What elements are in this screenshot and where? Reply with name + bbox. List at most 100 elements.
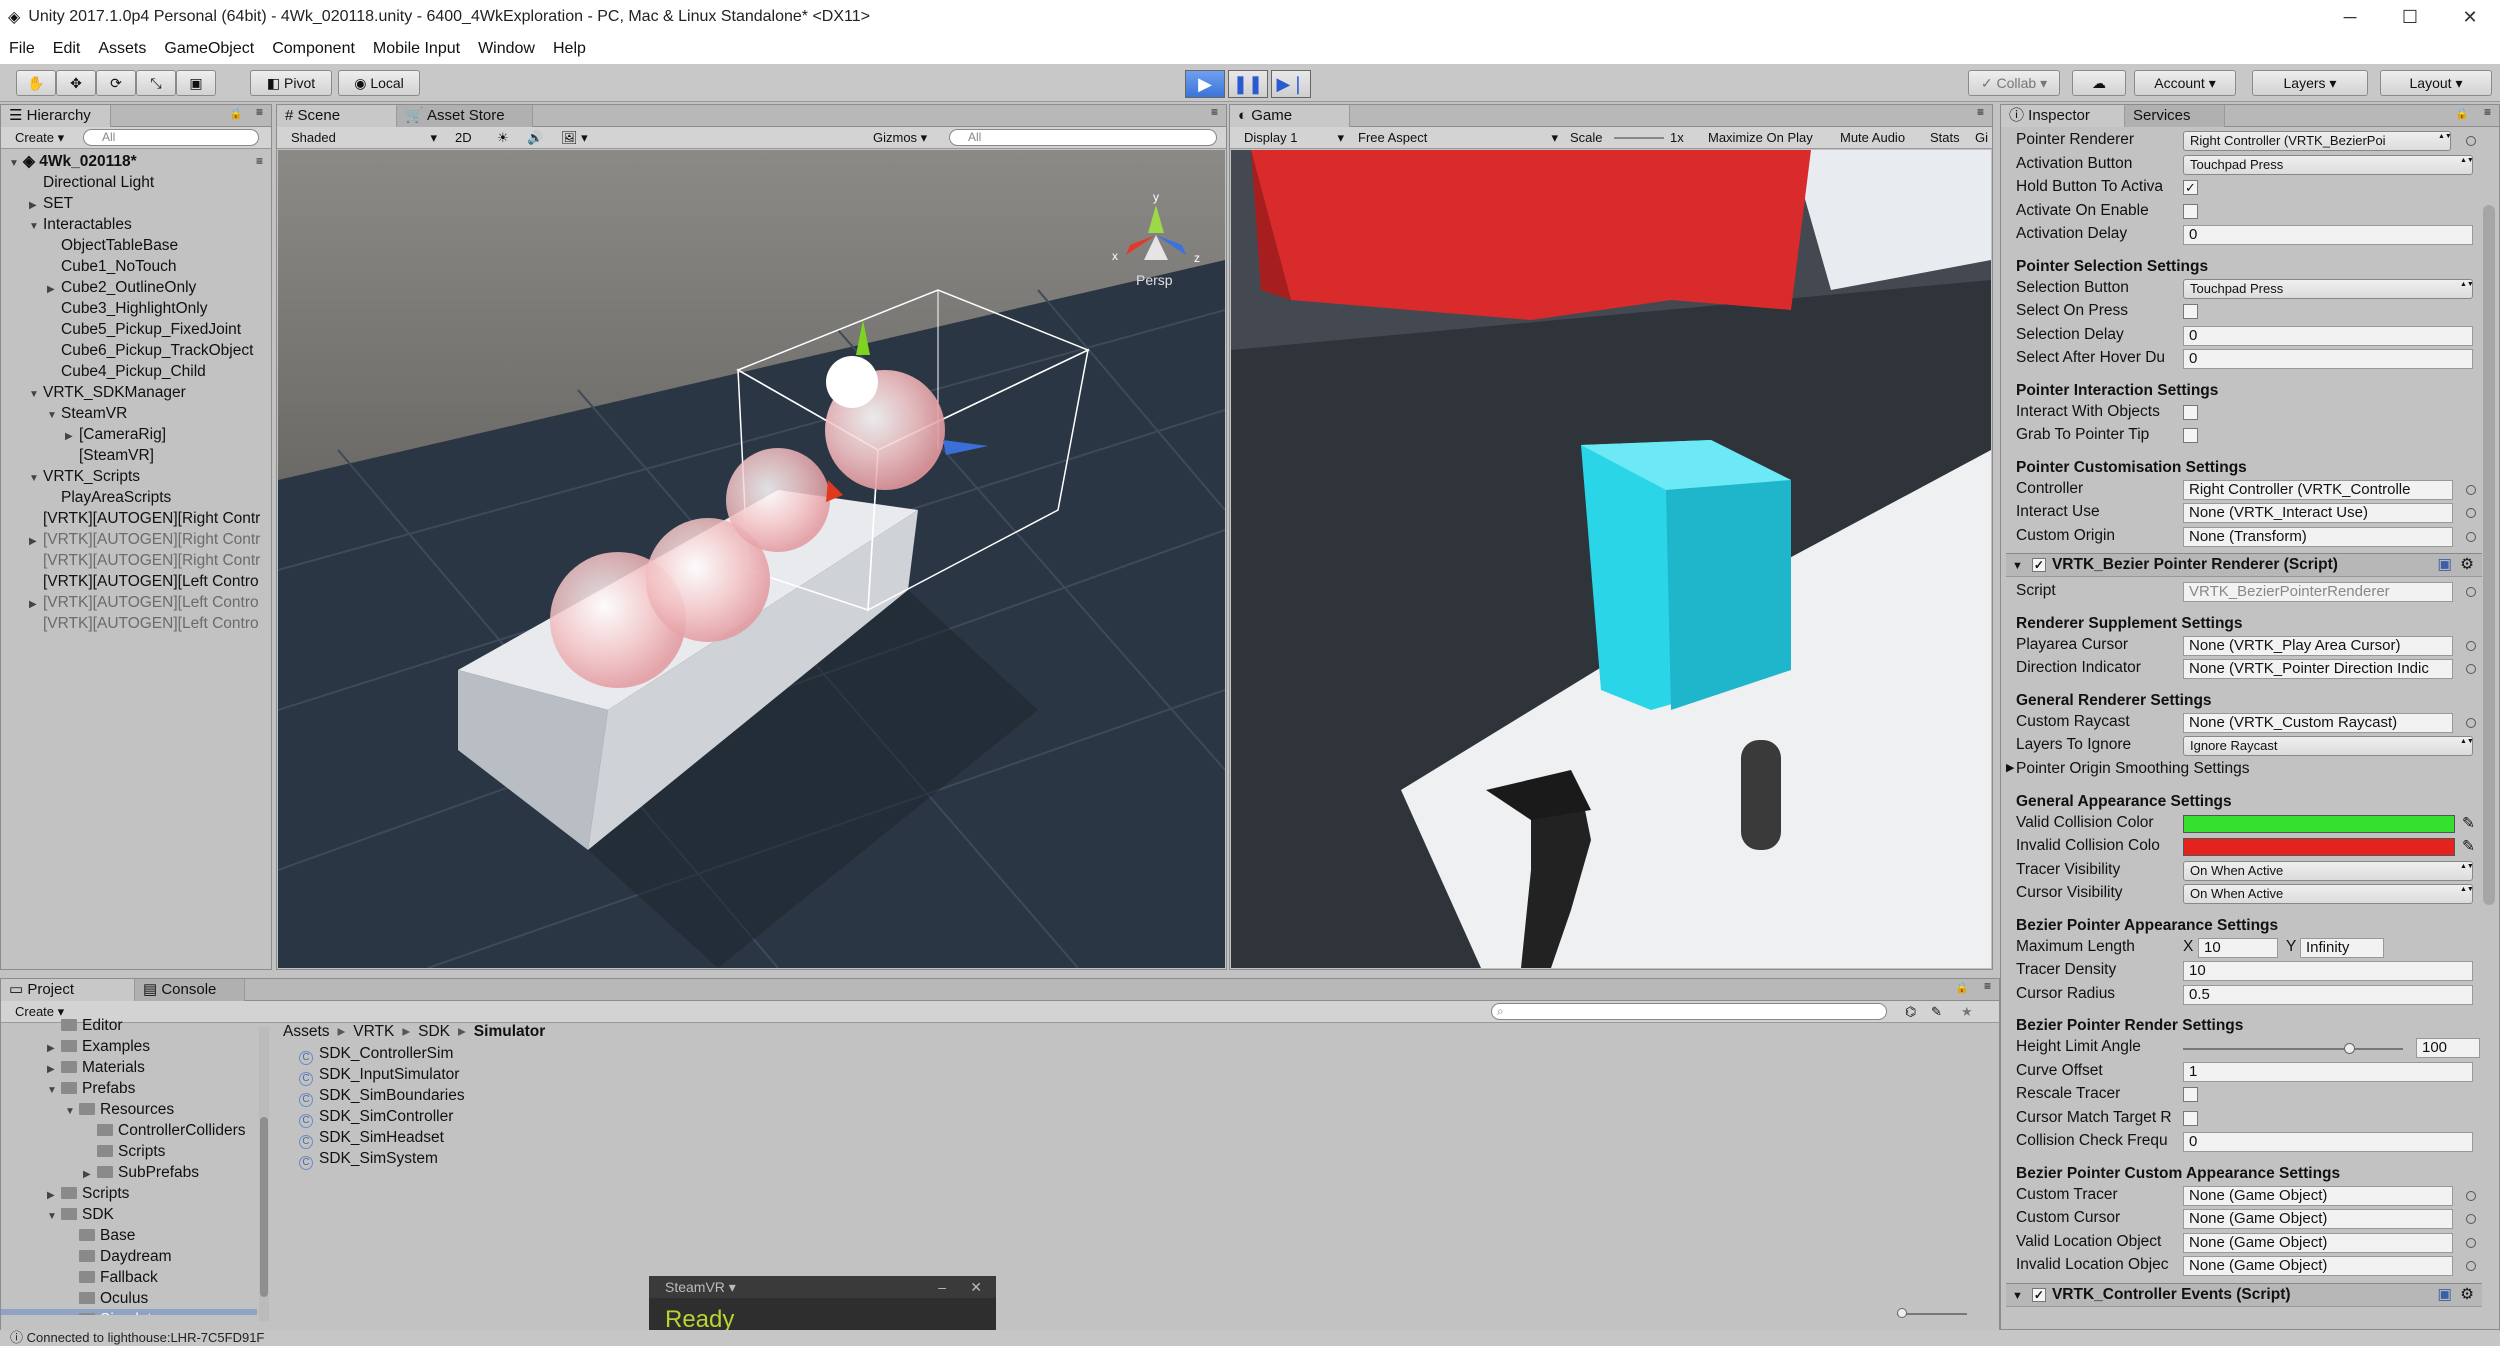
lock-icon[interactable]: 🔒 [229,107,243,120]
checkbox[interactable] [2183,304,2198,319]
effects-dropdown-icon[interactable]: 🖼 ▾ [561,129,588,147]
menu-gameobject[interactable]: GameObject [155,40,263,58]
close-button[interactable]: ✕ [2440,0,2500,34]
project-folder[interactable]: Fallback [1,1267,257,1288]
project-folder[interactable]: ▼ Prefabs [1,1078,257,1099]
expand-icon[interactable]: ▼ [47,1080,61,1101]
minimize-button[interactable]: ─ [2320,0,2380,34]
panel-menu-icon[interactable]: ≡ [1977,105,1984,119]
hierarchy-item[interactable]: Directional Light [1,172,271,193]
expand-icon[interactable]: ▶ [65,426,79,447]
menu-help[interactable]: Help [544,40,595,58]
dropdown-field[interactable]: Right Controller (VRTK_BezierPoi [2183,131,2451,151]
project-folder[interactable]: Daydream [1,1246,257,1267]
zoom-slider[interactable] [1897,1308,1967,1318]
tab-hierarchy[interactable]: ☰ Hierarchy [1,105,111,127]
expand-icon[interactable]: ▼ [47,1206,61,1227]
breadcrumb-item[interactable]: SDK [418,1023,450,1040]
object-picker-icon[interactable] [2466,1214,2476,1224]
hierarchy-item[interactable]: Cube4_Pickup_Child [1,361,271,382]
color-swatch[interactable] [2183,838,2455,856]
dropdown-field[interactable]: On When Active [2183,860,2473,881]
project-folder[interactable]: ▶ Examples [1,1036,257,1057]
lock-icon[interactable]: 🔒 [2455,107,2469,120]
scene-menu-icon[interactable]: ≡ [256,151,263,172]
object-picker-icon[interactable] [2466,587,2476,597]
menu-file[interactable]: File [0,40,44,58]
menu-component[interactable]: Component [263,40,364,58]
file-item[interactable]: C SDK_SimBoundaries [299,1085,465,1107]
slider-track[interactable] [2183,1043,2403,1054]
hierarchy-item[interactable]: PlayAreaScripts [1,487,271,508]
hierarchy-item[interactable]: [SteamVR] [1,445,271,466]
gear-icon[interactable]: ⚙ [2460,554,2474,576]
scene-root[interactable]: ▼ ◈ 4Wk_020118* ≡ [1,151,271,174]
project-folder[interactable]: Scripts [1,1141,257,1162]
object-picker-icon[interactable] [2466,484,2476,495]
hierarchy-item[interactable]: ▼ SteamVR [1,403,271,424]
expand-icon[interactable]: ▼ [29,468,43,489]
dropdown-field[interactable]: Touchpad Press [2183,278,2473,299]
project-folder[interactable]: Base [1,1225,257,1246]
step-button[interactable]: ▶❘ [1271,70,1311,98]
hierarchy-item[interactable]: [VRTK][AUTOGEN][Right Contr [1,508,271,529]
object-picker-icon[interactable] [2466,1261,2476,1271]
object-field[interactable]: None (VRTK_Pointer Direction Indic [2183,659,2453,679]
layers-dropdown[interactable]: Layers ▾ [2252,70,2368,96]
inspector-scrollbar[interactable] [2483,205,2495,905]
dropdown-field[interactable]: Ignore Raycast [2183,736,2473,756]
foldout-icon[interactable]: ▶ [2006,761,2014,774]
folder-tree-scrollbar[interactable] [259,1027,269,1321]
play-button[interactable]: ▶ [1185,70,1225,98]
x-field[interactable]: 10 [2198,937,2278,958]
object-picker-icon[interactable] [2466,640,2476,651]
project-folder[interactable]: ControllerColliders [1,1120,257,1141]
display-dropdown[interactable]: Display 1 ▾ [1244,129,1344,147]
project-folder[interactable]: ▼ Resources [1,1099,257,1120]
panel-menu-icon[interactable]: ≡ [2484,105,2491,119]
tab-console[interactable]: ▤ Console [135,979,245,1001]
object-field[interactable]: Right Controller (VRTK_Controlle [2183,479,2453,500]
object-picker-icon[interactable] [2466,1190,2476,1201]
expand-icon[interactable]: ▶ [29,195,43,216]
favorite-icon[interactable]: ★ [1961,1003,1973,1021]
steamvr-minimize-button[interactable]: – [938,1276,946,1298]
expand-icon[interactable]: ▼ [65,1101,79,1122]
project-folder[interactable]: Oculus [1,1288,257,1309]
expand-icon[interactable]: ▼ [29,384,43,405]
filter-label-icon[interactable]: ✎ [1931,1003,1942,1021]
mute-audio-toggle[interactable]: Mute Audio [1840,129,1905,147]
expand-icon[interactable]: ▶ [47,1059,61,1080]
object-field[interactable]: 0 [2183,325,2473,346]
scene-search-input[interactable]: All [949,129,1217,146]
expand-icon[interactable]: ▼ [29,216,43,237]
hierarchy-item[interactable]: [VRTK][AUTOGEN][Right Contr [1,550,271,571]
file-item[interactable]: C SDK_ControllerSim [299,1043,465,1065]
tab-scene[interactable]: # Scene [277,105,397,127]
project-folder[interactable]: Simulator [1,1309,257,1315]
move-tool-button[interactable]: ✥ [56,70,96,96]
help-icon[interactable]: ▣ [2437,554,2452,576]
tab-project[interactable]: ▭ Project [1,979,135,1001]
help-icon[interactable]: ▣ [2437,1284,2452,1306]
project-folder[interactable]: ▶ SubPrefabs [1,1162,257,1183]
tab-game[interactable]: ◐ Game [1230,105,1350,127]
project-search-input[interactable]: ⌕ [1491,1003,1887,1020]
lighting-toggle-icon[interactable]: ☀ [497,129,509,147]
expand-icon[interactable]: ▼ [9,153,23,174]
menu-assets[interactable]: Assets [89,40,155,58]
breadcrumb-item[interactable]: Assets [283,1023,330,1040]
object-picker-icon[interactable] [2466,1237,2476,1248]
expand-icon[interactable]: ▶ [47,279,61,300]
create-dropdown[interactable]: Create ▾ [15,129,64,147]
foldout-icon[interactable]: ▼ [2012,1290,2026,1302]
checkbox[interactable] [2183,1110,2198,1126]
expand-icon[interactable]: ▶ [47,1038,61,1059]
lock-icon[interactable]: 🔒 [1955,981,1969,994]
hierarchy-item[interactable]: Cube1_NoTouch [1,256,271,277]
slider-value-field[interactable]: 100 [2416,1038,2480,1058]
hierarchy-item[interactable]: ▶ Cube2_OutlineOnly [1,277,271,300]
object-field[interactable]: None (Game Object) [2183,1185,2453,1206]
hierarchy-item[interactable]: ▶ [VRTK][AUTOGEN][Left Contro [1,592,271,613]
object-field[interactable]: 0 [2183,1132,2473,1152]
